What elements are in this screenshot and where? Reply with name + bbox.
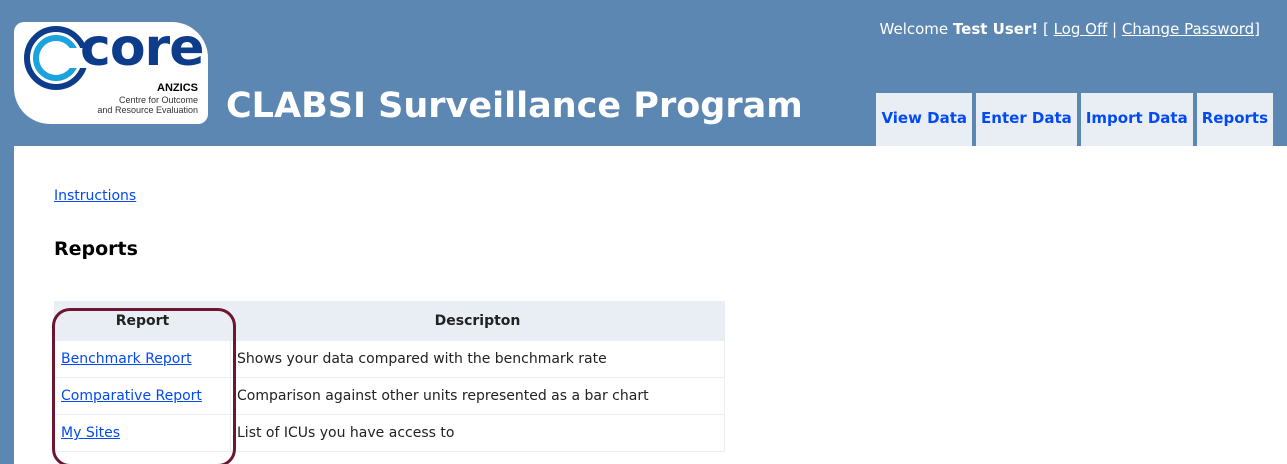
main-content: Instructions Reports Report Descripton B… [14,146,1287,464]
report-cell: My Sites [54,414,231,452]
log-off-link[interactable]: Log Off [1054,20,1108,38]
page-title: Reports [54,238,138,260]
welcome-text: Welcome [879,20,953,38]
table-header-row: Report Descripton [54,301,725,341]
login-display: Welcome Test User! [ Log Off | Change Pa… [880,20,1260,38]
table-row: Benchmark Report Shows your data compare… [54,340,725,378]
user-name: Test User [952,20,1032,38]
description-cell: Shows your data compared with the benchm… [230,340,725,378]
logo-org: ANZICS [157,82,198,94]
core-logo[interactable]: core ANZICS Centre for Outcome and Resou… [14,18,208,124]
logo-wordmark: core [80,18,204,78]
tab-enter-data[interactable]: Enter Data [976,93,1077,146]
app-title: CLABSI Surveillance Program [226,86,803,126]
main-menu: View Data Enter Data Import Data Reports [876,93,1273,146]
tab-view-data[interactable]: View Data [876,93,973,146]
logo-subtitle-line1: Centre for Outcome [118,95,198,105]
logo-subtitle-line2: and Resource Evaluation [97,105,198,115]
my-sites-link[interactable]: My Sites [61,425,120,441]
report-cell: Benchmark Report [54,340,231,378]
description-cell: List of ICUs you have access to [230,414,725,452]
login-open-bracket: [ [1038,20,1054,38]
report-cell: Comparative Report [54,377,231,415]
column-header-description: Descripton [230,301,725,341]
description-cell: Comparison against other units represent… [230,377,725,415]
table-row: Comparative Report Comparison against ot… [54,377,725,415]
reports-table: Report Descripton Benchmark Report Shows… [54,301,725,452]
tab-import-data[interactable]: Import Data [1080,93,1193,146]
login-close-bracket: ] [1254,20,1260,38]
login-separator: | [1107,20,1122,38]
table-row: My Sites List of ICUs you have access to [54,414,725,452]
header: core ANZICS Centre for Outcome and Resou… [0,0,1287,146]
core-logo-mark-icon [24,26,88,90]
column-header-report: Report [54,301,231,341]
change-password-link[interactable]: Change Password [1122,20,1254,38]
instructions-link[interactable]: Instructions [54,188,136,204]
tab-reports[interactable]: Reports [1196,93,1273,146]
benchmark-report-link[interactable]: Benchmark Report [61,351,192,367]
comparative-report-link[interactable]: Comparative Report [61,388,202,404]
logo-subtitle: Centre for Outcome and Resource Evaluati… [97,95,198,115]
